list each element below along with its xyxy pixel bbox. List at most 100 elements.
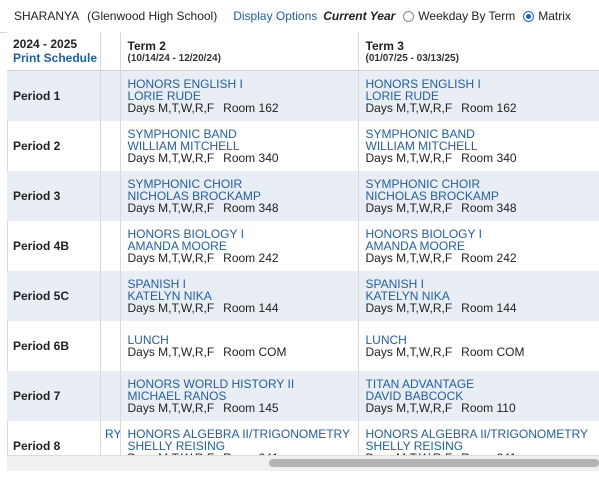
room: Room 110 [461,401,516,415]
room: Room 162 [223,101,279,115]
term3-class-cell: SYMPHONIC BAND WILLIAM MITCHELL Days M,T… [358,121,599,171]
days: Days M,T,W,R,F [127,301,215,315]
term2-class-cell: LUNCH Days M,T,W,R,F Room COM [120,321,359,371]
display-options-link[interactable]: Display Options [233,9,317,23]
horizontal-scrollbar[interactable] [7,455,599,471]
room: Room COM [461,345,525,359]
term3-class-cell: SPANISH I KATELYN NIKA Days M,T,W,R,F Roo… [358,271,599,321]
room: Room 340 [223,151,279,165]
school-year: 2024 - 2025 [13,37,78,51]
meeting-info: Days M,T,W,R,F Room 242 [128,252,358,264]
room: Room 144 [461,301,517,315]
clipped-term-cell [100,221,121,271]
meeting-info: Days M,T,W,R,F Room 162 [128,102,358,114]
room: Room 348 [223,201,279,215]
table-row: Period 1 HONORS ENGLISH I LORIE RUDE Day… [7,70,599,121]
term2-class-cell: SPANISH I KATELYN NIKA Days M,T,W,R,F Roo… [120,271,359,321]
room: Room 348 [461,201,517,215]
weekday-by-term-radio[interactable]: Weekday By Term [403,9,515,23]
days: Days M,T,W,R,F [365,251,453,265]
days: Days M,T,W,R,F [127,401,215,415]
room: Room COM [223,345,287,359]
meeting-info: Days M,T,W,R,F Room 242 [366,252,599,264]
term3-class-cell: HONORS ENGLISH I LORIE RUDE Days M,T,W,R… [358,70,599,121]
room: Room 144 [223,301,279,315]
meeting-info: Days M,T,W,R,F Room 348 [366,202,599,214]
term2-class-cell: HONORS BIOLOGY I AMANDA MOORE Days M,T,W… [120,221,359,271]
meeting-info: Days M,T,W,R,F Room 340 [366,152,599,164]
schedule-body: Period 1 HONORS ENGLISH I LORIE RUDE Day… [7,70,599,470]
days: Days M,T,W,R,F [127,101,215,115]
period-label: Period 1 [7,70,101,121]
table-row: Period 6B LUNCH Days M,T,W,R,F Room COM L… [7,321,599,371]
room: Room 162 [461,101,517,115]
radio-unselected-icon[interactable] [403,10,415,22]
term-name: Term 3 [365,38,404,53]
scrollbar-thumb[interactable] [269,459,599,467]
clipped-term-header [100,32,121,71]
term-dates: (01/07/25 - 03/13/25) [365,52,459,64]
term2-class-cell: SYMPHONIC CHOIR NICHOLAS BROCKAMP Days M… [120,171,359,221]
period-label: Period 5C [7,271,101,321]
days: Days M,T,W,R,F [127,151,215,165]
radio-selected-icon[interactable] [523,10,535,22]
matrix-label: Matrix [538,9,571,23]
room: Room 340 [461,151,517,165]
current-year-label: Current Year [323,9,396,23]
clipped-term-cell [100,271,121,321]
days: Days M,T,W,R,F [365,301,453,315]
term-header-3: Term 3 (01/07/25 - 03/13/25) [358,32,599,71]
term3-class-cell: SYMPHONIC CHOIR NICHOLAS BROCKAMP Days M… [358,171,599,221]
clipped-term-cell [100,371,121,421]
matrix-radio[interactable]: Matrix [523,9,571,23]
table-row: Period 4B HONORS BIOLOGY I AMANDA MOORE … [7,221,599,271]
meeting-info: Days M,T,W,R,F Room 348 [128,202,358,214]
clipped-course-text: RY [105,427,120,441]
table-row: Period 7 HONORS WORLD HISTORY II MICHAEL… [7,371,599,421]
term2-class-cell: SYMPHONIC BAND WILLIAM MITCHELL Days M,T… [120,121,359,171]
clipped-term-cell [100,321,121,371]
meeting-info: Days M,T,W,R,F Room 144 [128,302,358,314]
period-label: Period 7 [7,371,101,421]
schedule-grid: 2024 - 2025 Print Schedule Term 2 (10/14… [7,32,599,470]
term-header-2: Term 2 (10/14/24 - 12/20/24) [120,32,359,71]
school-name: (Glenwood High School) [87,9,218,23]
table-row: Period 5C SPANISH I KATELYN NIKA Days M,… [7,271,599,321]
clipped-term-cell [100,70,121,121]
table-row: Period 3 SYMPHONIC CHOIR NICHOLAS BROCKA… [7,171,599,221]
meeting-info: Days M,T,W,R,F Room COM [128,346,358,358]
term-dates: (10/14/24 - 12/20/24) [127,52,221,64]
meeting-info: Days M,T,W,R,F Room 145 [128,402,358,414]
term3-class-cell: HONORS BIOLOGY I AMANDA MOORE Days M,T,W… [358,221,599,271]
days: Days M,T,W,R,F [127,251,215,265]
top-bar: SHARANYA (Glenwood High School) Display … [0,0,599,33]
room: Room 242 [223,251,279,265]
days: Days M,T,W,R,F [127,345,215,359]
term2-class-cell: HONORS WORLD HISTORY II MICHAEL RANOS Da… [120,371,359,421]
days: Days M,T,W,R,F [127,201,215,215]
weekday-by-term-label: Weekday By Term [418,9,516,23]
room: Room 145 [223,401,279,415]
year-header: 2024 - 2025 Print Schedule [7,32,101,71]
days: Days M,T,W,R,F [365,401,453,415]
student-name: SHARANYA [14,9,80,23]
clipped-term-cell [100,171,121,221]
schedule-table: 2024 - 2025 Print Schedule Term 2 (10/14… [7,32,599,470]
days: Days M,T,W,R,F [365,151,453,165]
meeting-info: Days M,T,W,R,F Room 162 [366,102,599,114]
days: Days M,T,W,R,F [365,345,453,359]
term3-class-cell: TITAN ADVANTAGE DAVID BABCOCK Days M,T,W… [358,371,599,421]
print-schedule-link[interactable]: Print Schedule [13,51,99,65]
header-row: 2024 - 2025 Print Schedule Term 2 (10/14… [7,32,599,71]
table-row: Period 2 SYMPHONIC BAND WILLIAM MITCHELL… [7,121,599,171]
term-name: Term 2 [127,38,166,53]
meeting-info: Days M,T,W,R,F Room 144 [366,302,599,314]
meeting-info: Days M,T,W,R,F Room 340 [128,152,358,164]
room: Room 242 [461,251,517,265]
period-label: Period 4B [7,221,101,271]
term3-class-cell: LUNCH Days M,T,W,R,F Room COM [358,321,599,371]
clipped-term-cell [100,121,121,171]
period-label: Period 3 [7,171,101,221]
period-label: Period 6B [7,321,101,371]
meeting-info: Days M,T,W,R,F Room 110 [366,402,599,414]
